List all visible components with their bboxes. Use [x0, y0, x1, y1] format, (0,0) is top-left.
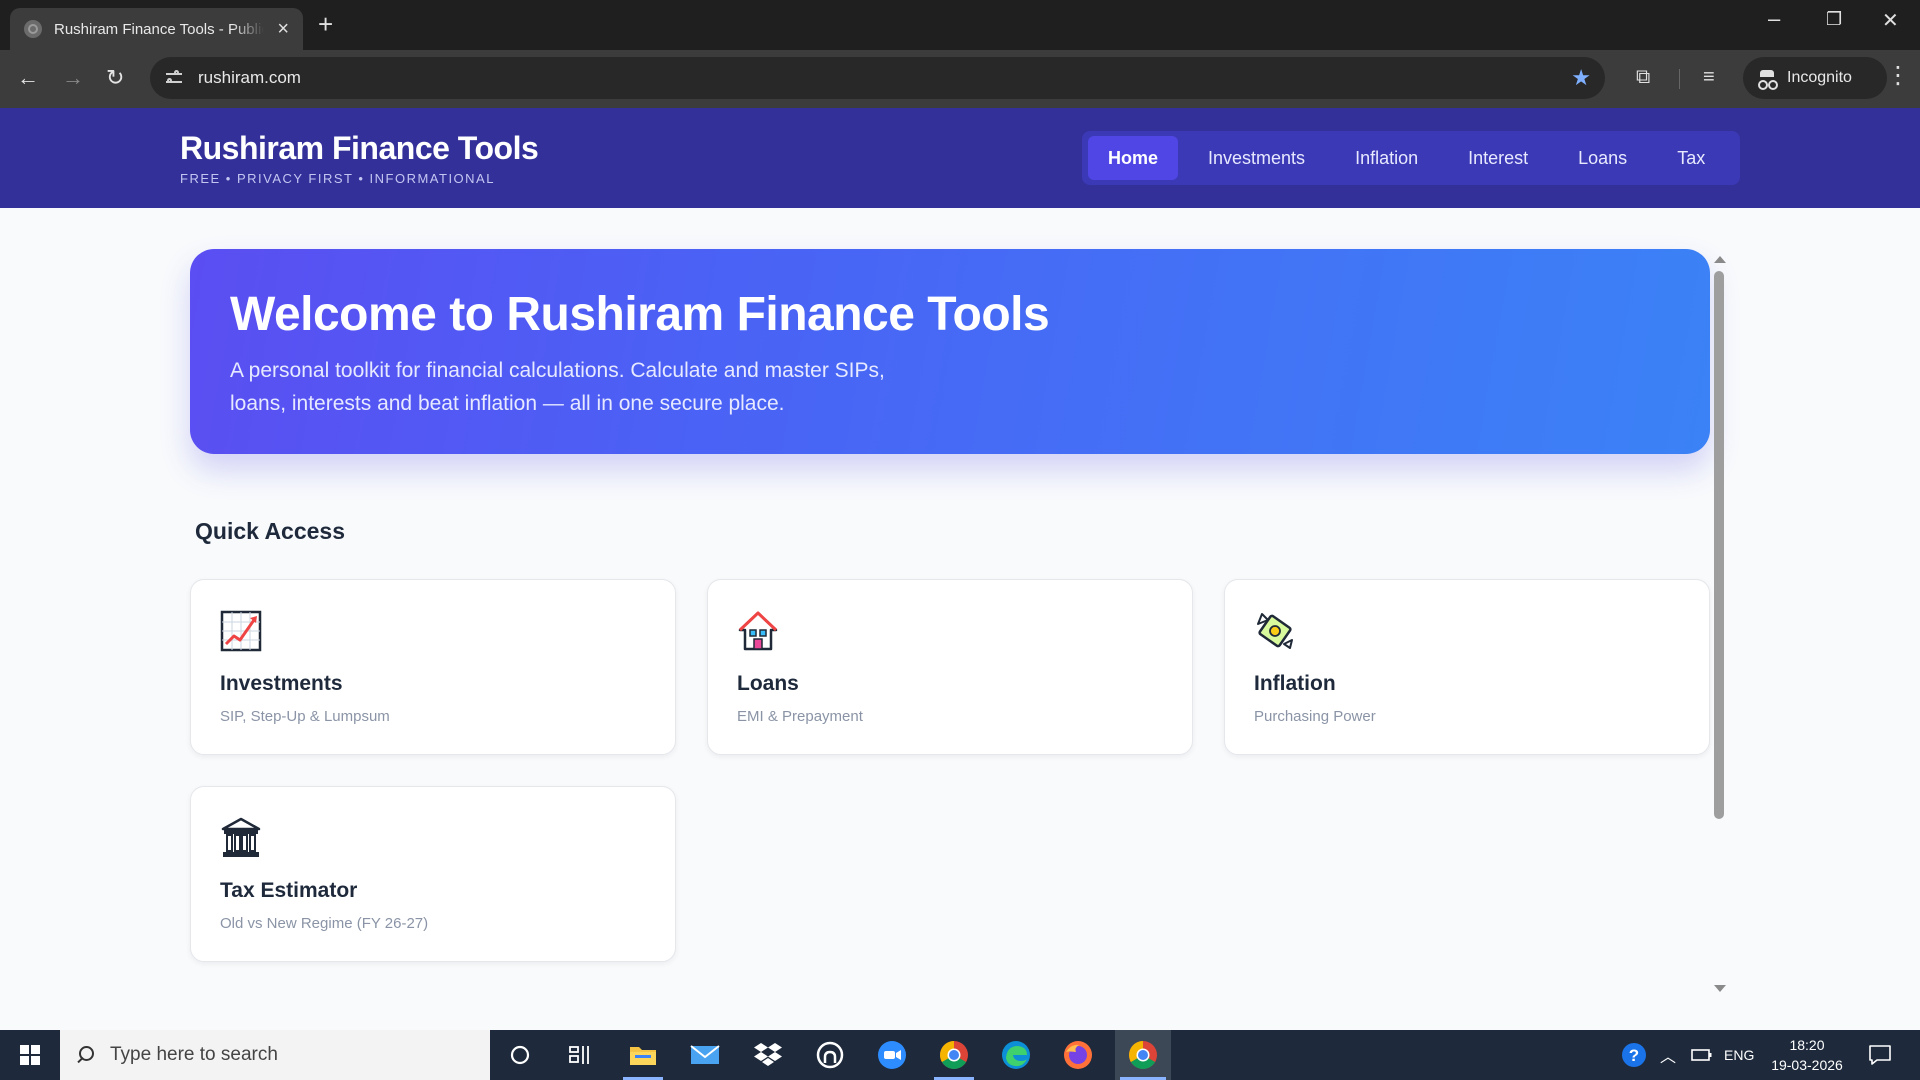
- site-info-icon[interactable]: [164, 68, 184, 88]
- nav-loans[interactable]: Loans: [1558, 136, 1647, 180]
- url-text[interactable]: rushiram.com: [198, 68, 301, 88]
- incognito-badge[interactable]: Incognito: [1743, 57, 1887, 99]
- globe-icon: [24, 20, 42, 38]
- card-title: Investments: [220, 672, 343, 695]
- card-loans[interactable]: Loans EMI & Prepayment: [707, 579, 1193, 755]
- task-view-icon[interactable]: [555, 1030, 605, 1080]
- media-controls-icon[interactable]: ≡: [1703, 66, 1715, 89]
- mail-icon[interactable]: [680, 1030, 730, 1080]
- close-tab-icon[interactable]: ×: [277, 19, 289, 39]
- nav-interest[interactable]: Interest: [1448, 136, 1548, 180]
- scroll-thumb[interactable]: [1714, 271, 1724, 819]
- search-icon: [76, 1046, 94, 1064]
- help-icon[interactable]: ?: [1620, 1030, 1648, 1080]
- money-with-wings-icon: [1257, 613, 1293, 649]
- brand-title[interactable]: Rushiram Finance Tools: [180, 130, 539, 167]
- forward-icon[interactable]: →: [62, 67, 84, 89]
- card-description: SIP, Step-Up & Lumpsum: [220, 708, 390, 725]
- card-inflation[interactable]: Inflation Purchasing Power: [1224, 579, 1710, 755]
- file-explorer-icon[interactable]: [618, 1030, 668, 1080]
- browser-toolbar: ← → ↻ rushiram.com ★ ⧉ ≡ Incognito ⋮: [0, 50, 1920, 108]
- dropbox-icon[interactable]: [743, 1030, 793, 1080]
- card-investments[interactable]: Investments SIP, Step-Up & Lumpsum: [190, 579, 676, 755]
- battery-icon[interactable]: [1691, 1030, 1713, 1080]
- firefox-icon[interactable]: [1053, 1030, 1103, 1080]
- hero-banner: Welcome to Rushiram Finance Tools A pers…: [190, 249, 1710, 454]
- reload-icon[interactable]: ↻: [106, 67, 124, 89]
- browser-tab[interactable]: Rushiram Finance Tools - Public ×: [10, 8, 303, 50]
- taskbar-search-placeholder: Type here to search: [110, 1044, 278, 1065]
- zoom-icon[interactable]: [867, 1030, 917, 1080]
- browser-tab-bar: Rushiram Finance Tools - Public × + – ❐ …: [0, 0, 1920, 50]
- bookmark-star-icon[interactable]: ★: [1571, 65, 1591, 91]
- browser-menu-icon[interactable]: ⋮: [1886, 64, 1910, 88]
- site-header: Rushiram Finance Tools FREE • PRIVACY FI…: [0, 108, 1920, 208]
- chrome-incognito-icon[interactable]: [1115, 1030, 1171, 1080]
- nav-tax[interactable]: Tax: [1657, 136, 1725, 180]
- chrome-icon[interactable]: [929, 1030, 979, 1080]
- edge-icon[interactable]: [991, 1030, 1041, 1080]
- card-title: Tax Estimator: [220, 879, 358, 902]
- taskbar-clock[interactable]: 18:20 19-03-2026: [1762, 1035, 1852, 1075]
- nav-home[interactable]: Home: [1088, 136, 1179, 180]
- address-bar[interactable]: rushiram.com ★: [150, 57, 1605, 99]
- card-description: Purchasing Power: [1254, 708, 1376, 725]
- hero-title: Welcome to Rushiram Finance Tools: [230, 288, 1050, 341]
- page-scrollbar[interactable]: [1712, 208, 1726, 1030]
- new-tab-icon[interactable]: +: [318, 11, 333, 37]
- notifications-icon[interactable]: [1868, 1030, 1892, 1080]
- incognito-label: Incognito: [1787, 69, 1852, 86]
- svg-text:?: ?: [1629, 1046, 1639, 1065]
- language-indicator[interactable]: ENG: [1724, 1030, 1754, 1080]
- cortana-icon[interactable]: [495, 1030, 545, 1080]
- close-window-icon[interactable]: ✕: [1882, 8, 1899, 33]
- minimize-icon[interactable]: –: [1768, 6, 1780, 32]
- card-description: Old vs New Regime (FY 26-27): [220, 915, 429, 932]
- back-icon[interactable]: ←: [17, 67, 39, 89]
- bank-building-icon: [221, 817, 261, 857]
- quick-access-title: Quick Access: [195, 518, 346, 544]
- main-nav: Home Investments Inflation Interest Loan…: [1082, 131, 1740, 185]
- brand-tagline: FREE • PRIVACY FIRST • INFORMATIONAL: [180, 171, 495, 186]
- incognito-icon: [1757, 70, 1777, 90]
- card-title: Loans: [737, 672, 799, 695]
- tab-title: Rushiram Finance Tools - Public: [54, 20, 264, 38]
- card-description: EMI & Prepayment: [737, 708, 863, 725]
- restore-icon[interactable]: ❐: [1826, 9, 1842, 30]
- show-hidden-icons-icon[interactable]: ︿: [1660, 1030, 1676, 1080]
- github-desktop-icon[interactable]: [805, 1030, 855, 1080]
- hero-subtitle: A personal toolkit for financial calcula…: [230, 359, 885, 415]
- scroll-up-arrow-icon[interactable]: [1714, 256, 1726, 263]
- nav-inflation[interactable]: Inflation: [1335, 136, 1438, 180]
- clock-time: 18:20: [1789, 1037, 1825, 1053]
- taskbar-search-box[interactable]: Type here to search: [60, 1030, 490, 1080]
- page-content: Welcome to Rushiram Finance Tools A pers…: [0, 208, 1920, 1030]
- toolbar-divider: [1679, 69, 1680, 89]
- tab-search-icon[interactable]: ⧉: [1636, 66, 1650, 89]
- windows-start-icon[interactable]: [20, 1045, 40, 1065]
- card-tax-estimator[interactable]: Tax Estimator Old vs New Regime (FY 26-2…: [190, 786, 676, 962]
- clock-date: 19-03-2026: [1771, 1057, 1843, 1073]
- nav-investments[interactable]: Investments: [1188, 136, 1325, 180]
- scroll-down-arrow-icon[interactable]: [1714, 985, 1726, 992]
- house-icon: [738, 611, 778, 651]
- chart-increasing-icon: [220, 610, 262, 652]
- windows-taskbar: Type here to search ? ︿ ENG 18:20 19-03-…: [0, 1030, 1920, 1080]
- card-title: Inflation: [1254, 672, 1336, 695]
